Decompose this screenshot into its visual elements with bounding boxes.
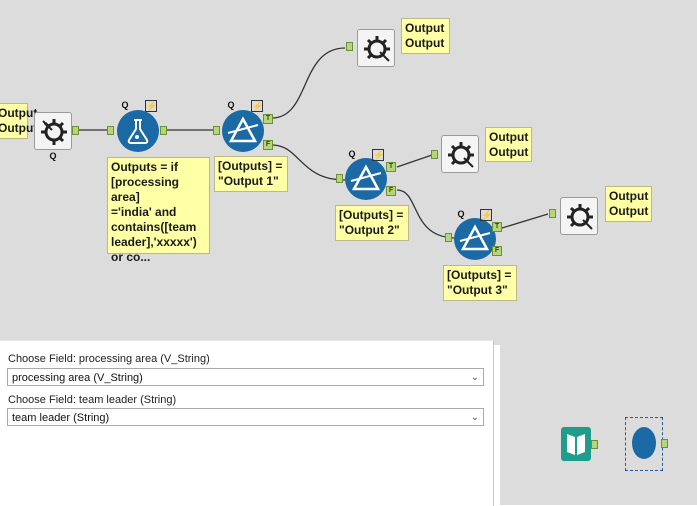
input-anchor[interactable]	[346, 42, 353, 51]
lightning-icon: ⚡	[251, 100, 264, 112]
input-anchor[interactable]	[107, 126, 114, 135]
gear-arrow-icon	[41, 119, 67, 145]
false-anchor[interactable]: F	[386, 186, 396, 196]
output-tool-1[interactable]	[357, 29, 395, 67]
field1-dropdown[interactable]: processing area (V_String) ⌄	[7, 368, 484, 386]
field2-dropdown[interactable]: team leader (String) ⌄	[7, 408, 484, 426]
output1-note: Output Output	[401, 18, 450, 54]
chevron-down-icon: ⌄	[470, 412, 479, 423]
output-tool-3[interactable]	[560, 197, 598, 235]
q-badge: Q	[457, 209, 465, 219]
output2-note: Output Output	[485, 127, 532, 162]
output-tool-2[interactable]	[441, 135, 479, 173]
filter-tool-1[interactable]	[222, 110, 264, 152]
filter-icon	[459, 224, 491, 251]
chevron-down-icon: ⌄	[470, 372, 479, 383]
gear-arrow-icon	[448, 142, 474, 168]
lightning-icon: ⚡	[480, 209, 493, 221]
input-tool[interactable]	[34, 112, 72, 150]
blank-tool[interactable]	[632, 427, 656, 459]
input-anchor[interactable]	[336, 174, 343, 183]
filter1-note: [Outputs] = "Output 1"	[214, 156, 288, 192]
input-anchor[interactable]	[431, 150, 438, 159]
filter3-note: [Outputs] = "Output 3"	[443, 265, 517, 301]
input-anchor[interactable]	[213, 126, 220, 135]
input-anchor[interactable]	[445, 233, 452, 242]
output-anchor[interactable]	[160, 126, 167, 135]
true-anchor[interactable]: T	[386, 162, 396, 172]
filter2-note: [Outputs] = "Output 2"	[335, 205, 409, 241]
mini-canvas[interactable]	[500, 345, 697, 505]
formula-tool[interactable]	[117, 110, 159, 152]
output-anchor[interactable]	[591, 440, 598, 449]
gear-arrow-icon	[567, 204, 593, 230]
true-anchor[interactable]: T	[263, 114, 273, 124]
false-anchor[interactable]: F	[492, 246, 502, 256]
field2-label: Choose Field: team leader (String)	[8, 394, 177, 406]
formula-note: Outputs = if [processing area] ='india' …	[107, 157, 210, 264]
lightning-icon: ⚡	[372, 149, 385, 161]
workflow-canvas[interactable]: Output Output Q Q ⚡ Outputs = if [proces…	[0, 0, 697, 345]
filter-icon	[350, 164, 382, 191]
filter-icon	[227, 116, 259, 143]
flask-icon	[127, 119, 149, 144]
true-anchor[interactable]: T	[492, 222, 502, 232]
output3-note: Output Output	[605, 186, 652, 222]
false-anchor[interactable]: F	[263, 140, 273, 150]
q-badge: Q	[348, 149, 356, 159]
output-anchor[interactable]	[661, 439, 668, 448]
input-anchor[interactable]	[549, 209, 556, 218]
book-icon	[567, 434, 585, 455]
selected-tool-frame[interactable]	[625, 417, 663, 471]
filter-tool-2[interactable]	[345, 158, 387, 200]
q-badge: Q	[121, 100, 129, 110]
book-tool[interactable]	[561, 427, 591, 461]
q-badge: Q	[227, 100, 235, 110]
output-anchor[interactable]	[72, 126, 79, 135]
field2-value: team leader (String)	[12, 412, 110, 424]
field1-value: processing area (V_String)	[12, 372, 143, 384]
gear-arrow-icon	[364, 36, 390, 62]
filter-tool-3[interactable]	[454, 218, 496, 260]
field1-label: Choose Field: processing area (V_String)	[8, 353, 210, 365]
lightning-icon: ⚡	[145, 100, 158, 112]
left-output-note: Output Output	[0, 103, 37, 139]
q-badge: Q	[49, 151, 57, 161]
configuration-panel: Choose Field: processing area (V_String)…	[0, 340, 494, 506]
